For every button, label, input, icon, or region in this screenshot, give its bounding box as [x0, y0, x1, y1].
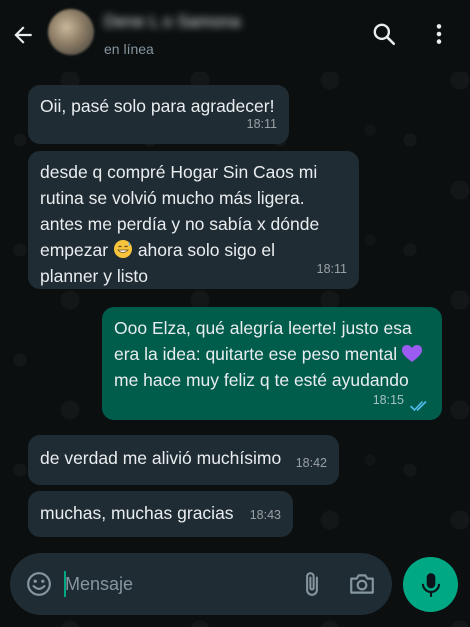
search-icon[interactable] [371, 21, 397, 47]
camera-icon[interactable] [348, 571, 376, 597]
message-text-part: antes me perdía y no sabía x dónde [40, 214, 320, 234]
emoji-icon[interactable] [26, 571, 52, 597]
message-text-part: rutina se volvió mucho más ligera. [40, 188, 305, 208]
message-text-part: desde q compré Hogar Sin Caos mi [40, 162, 318, 182]
back-arrow-icon[interactable] [10, 22, 36, 48]
message-text-part: ahora solo sigo el [132, 240, 275, 260]
message-composer [10, 553, 392, 615]
message-text: muchas, muchas gracias [40, 503, 234, 523]
message-text: Ooo Elza, qué alegría leerte! justo esa e… [114, 315, 430, 393]
message-bubble-incoming[interactable]: desde q compré Hogar Sin Caos mi rutina s… [28, 151, 359, 289]
attach-icon[interactable] [299, 571, 325, 597]
message-text-part: me hace muy feliz q te esté ayudando [114, 370, 409, 390]
message-text-part: empezar [40, 240, 113, 260]
message-text-part: planner y listo [40, 266, 148, 286]
message-bubble-incoming[interactable]: de verdad me alivió muchísimo 18:42 [28, 435, 339, 485]
purple-heart-emoji-icon [401, 345, 422, 362]
more-vert-icon[interactable] [426, 21, 452, 47]
message-bubble-incoming[interactable]: Oii, pasé solo para agradecer! 18:11 [28, 85, 289, 144]
message-time: 18:42 [295, 456, 327, 470]
message-time: 18:11 [246, 117, 277, 131]
chat-header: Dene L o Samona en línea [0, 0, 470, 72]
message-bubble-outgoing[interactable]: Ooo Elza, qué alegría leerte! justo esa e… [102, 307, 442, 420]
message-text-part: Ooo Elza, qué alegría leerte! justo esa [114, 318, 412, 338]
double-check-read-icon [410, 401, 427, 412]
mic-icon [421, 573, 441, 597]
message-bubble-incoming[interactable]: muchas, muchas gracias 18:43 [28, 491, 293, 537]
message-time: 18:43 [249, 508, 281, 522]
avatar[interactable] [48, 9, 94, 55]
message-time: 18:15 [372, 393, 404, 407]
message-text: desde q compré Hogar Sin Caos mi rutina s… [40, 159, 347, 289]
contact-name[interactable]: Dene L o Samona [104, 12, 269, 32]
message-text: Oii, pasé solo para agradecer! [40, 96, 275, 116]
message-input[interactable] [65, 571, 285, 597]
message-text-part: era la idea: quitarte ese peso mental [114, 344, 402, 364]
message-time: 18:11 [316, 262, 347, 276]
contact-status: en línea [104, 41, 154, 57]
mic-button[interactable] [403, 557, 458, 612]
message-text: de verdad me alivió muchísimo [40, 448, 282, 468]
grinning-sweat-emoji-icon [113, 240, 132, 258]
